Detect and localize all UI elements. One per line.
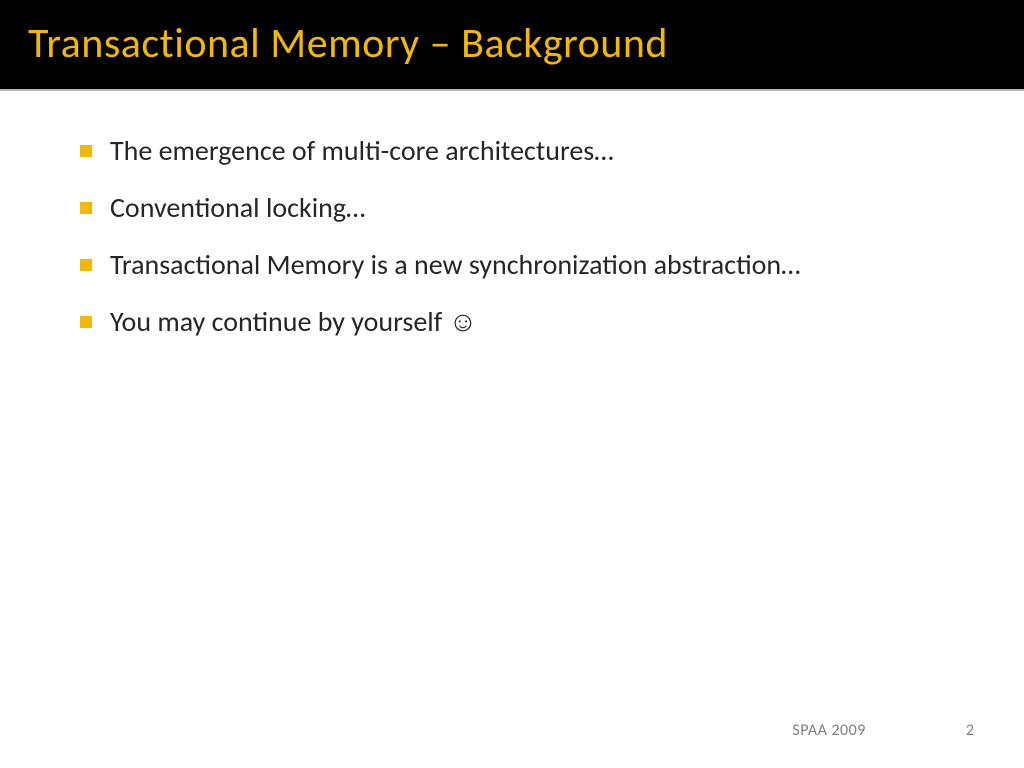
slide-footer: SPAA 2009 2 (792, 721, 974, 740)
bullet-item: You may continue by yourself ☺ (80, 302, 964, 341)
bullet-marker-icon (80, 316, 92, 328)
page-number: 2 (966, 721, 974, 740)
slide-header: Transactional Memory – Background (0, 0, 1024, 91)
bullet-text: The emergence of multi-core architecture… (110, 131, 964, 170)
slide-title: Transactional Memory – Background (28, 18, 996, 71)
slide-content: The emergence of multi-core architecture… (0, 91, 1024, 342)
bullet-list: The emergence of multi-core architecture… (80, 131, 964, 342)
bullet-text: You may continue by yourself ☺ (110, 302, 964, 341)
bullet-marker-icon (80, 145, 92, 157)
bullet-marker-icon (80, 202, 92, 214)
bullet-text: Conventional locking… (110, 188, 964, 227)
bullet-item: The emergence of multi-core architecture… (80, 131, 964, 170)
bullet-item: Conventional locking… (80, 188, 964, 227)
bullet-text: Transactional Memory is a new synchroniz… (110, 245, 964, 284)
footer-label: SPAA 2009 (792, 721, 866, 740)
bullet-item: Transactional Memory is a new synchroniz… (80, 245, 964, 284)
bullet-marker-icon (80, 259, 92, 271)
